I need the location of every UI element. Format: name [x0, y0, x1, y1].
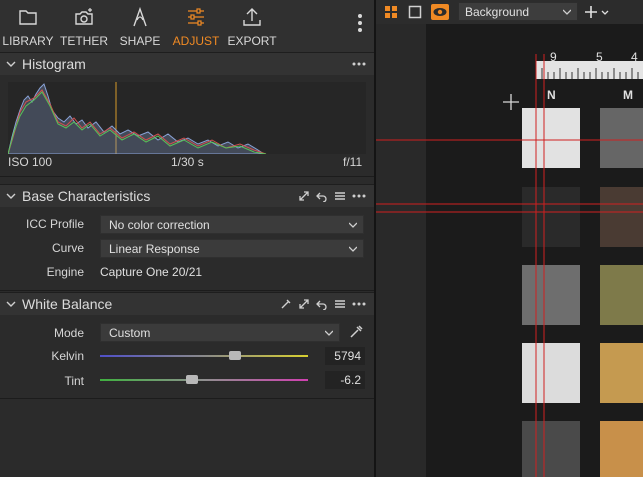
engine-value: Capture One 20/21: [100, 265, 203, 279]
eyedropper-icon[interactable]: [280, 298, 292, 310]
add-menu-icon[interactable]: [584, 4, 612, 20]
tint-value-field[interactable]: -6.2: [325, 371, 365, 389]
engine-label: Engine: [46, 265, 84, 279]
expand-icon[interactable]: [298, 190, 310, 202]
tint-slider-thumb[interactable]: [185, 375, 198, 384]
icc-profile-value: No color correction: [109, 218, 210, 232]
reset-icon[interactable]: [316, 298, 328, 310]
tab-adjust[interactable]: ADJUST: [168, 0, 224, 52]
more-options-icon[interactable]: [352, 194, 366, 198]
presets-icon[interactable]: [334, 190, 346, 202]
wb-mode-value: Custom: [109, 326, 151, 340]
more-options-icon[interactable]: [352, 62, 366, 66]
histogram-header[interactable]: Histogram: [0, 52, 374, 75]
histogram-iso: ISO 100: [8, 155, 53, 169]
patch-label: M: [623, 88, 633, 102]
more-options-icon[interactable]: [355, 14, 365, 38]
color-patch: [522, 421, 580, 477]
more-options-icon[interactable]: [352, 302, 366, 306]
ruler-label: 4: [631, 50, 638, 64]
color-patch: [600, 265, 643, 325]
histogram-graph: [8, 82, 366, 154]
icc-profile-label: ICC Profile: [25, 217, 84, 231]
background-select[interactable]: Background: [458, 2, 578, 21]
chevron-down-icon[interactable]: [6, 299, 16, 309]
section-divider: [0, 290, 374, 291]
chevron-down-icon[interactable]: [6, 59, 16, 69]
shape-icon: [133, 6, 147, 27]
tint-slider-track[interactable]: [100, 379, 308, 381]
grid-view-icon[interactable]: [384, 5, 398, 19]
tab-library-label: LIBRARY: [2, 34, 54, 48]
color-patch: [600, 108, 643, 168]
kelvin-value-field[interactable]: 5794: [325, 347, 365, 365]
white-balance-title: White Balance: [22, 296, 113, 312]
chevron-down-icon: [349, 222, 357, 228]
section-divider: [0, 176, 374, 177]
kelvin-slider-track[interactable]: [100, 355, 308, 357]
chevron-down-icon: [563, 9, 571, 15]
icc-profile-select[interactable]: No color correction: [100, 215, 364, 234]
image-viewer[interactable]: 9 5 4 N M: [376, 24, 643, 477]
viewer-toolbar: Background: [376, 0, 643, 24]
folder-icon: [19, 10, 37, 25]
histogram-aperture: f/11: [343, 155, 363, 169]
kelvin-label: Kelvin: [51, 349, 84, 363]
tab-tether-label: TETHER: [60, 34, 108, 48]
eye-icon[interactable]: [431, 4, 449, 20]
tab-export[interactable]: EXPORT: [224, 0, 280, 52]
sliders-icon: [188, 8, 204, 26]
ruler-label: 5: [596, 50, 603, 64]
tab-adjust-label: ADJUST: [172, 34, 220, 48]
kelvin-slider-thumb[interactable]: [229, 351, 242, 360]
tool-tabs-bar: LIBRARY TETHER SHAPE ADJUST EXPORT: [0, 0, 374, 52]
single-view-icon[interactable]: [408, 5, 422, 19]
tab-library[interactable]: LIBRARY: [0, 0, 56, 52]
color-patch: [600, 187, 643, 247]
expand-icon[interactable]: [298, 298, 310, 310]
chevron-down-icon: [349, 246, 357, 252]
color-patch: [600, 343, 643, 403]
base-characteristics-title: Base Characteristics: [22, 188, 151, 204]
color-patch: [600, 421, 643, 477]
color-patch: [522, 343, 580, 403]
section-divider: [0, 398, 374, 399]
ruler-label: 9: [550, 50, 557, 64]
tab-shape-label: SHAPE: [119, 34, 161, 48]
color-patch: [522, 108, 580, 168]
color-patch: [522, 265, 580, 325]
color-patch: [522, 187, 580, 247]
tab-export-label: EXPORT: [227, 34, 277, 48]
presets-icon[interactable]: [334, 298, 346, 310]
viewer-pane: Background 9 5 4 N M: [374, 0, 643, 477]
tools-panel: LIBRARY TETHER SHAPE ADJUST EXPORT Histo…: [0, 0, 374, 477]
chevron-down-icon[interactable]: [6, 191, 16, 201]
camera-icon: [75, 8, 93, 25]
tab-shape[interactable]: SHAPE: [112, 0, 168, 52]
export-icon: [243, 8, 261, 26]
wb-mode-select[interactable]: Custom: [100, 323, 340, 342]
wb-picker-eyedropper-icon[interactable]: [348, 324, 364, 340]
histogram-shutter: 1/30 s: [171, 155, 204, 169]
tab-tether[interactable]: TETHER: [56, 0, 112, 52]
reset-icon[interactable]: [316, 190, 328, 202]
tint-label: Tint: [64, 374, 84, 388]
wb-mode-label: Mode: [53, 326, 84, 340]
background-select-value: Background: [465, 5, 530, 19]
curve-label: Curve: [51, 241, 84, 255]
chevron-down-icon: [325, 330, 333, 336]
base-characteristics-header[interactable]: Base Characteristics: [0, 184, 374, 207]
histogram-title: Histogram: [22, 56, 86, 72]
white-balance-header[interactable]: White Balance: [0, 292, 374, 315]
curve-value: Linear Response: [109, 242, 200, 256]
patch-label: N: [547, 88, 556, 102]
curve-select[interactable]: Linear Response: [100, 239, 364, 258]
